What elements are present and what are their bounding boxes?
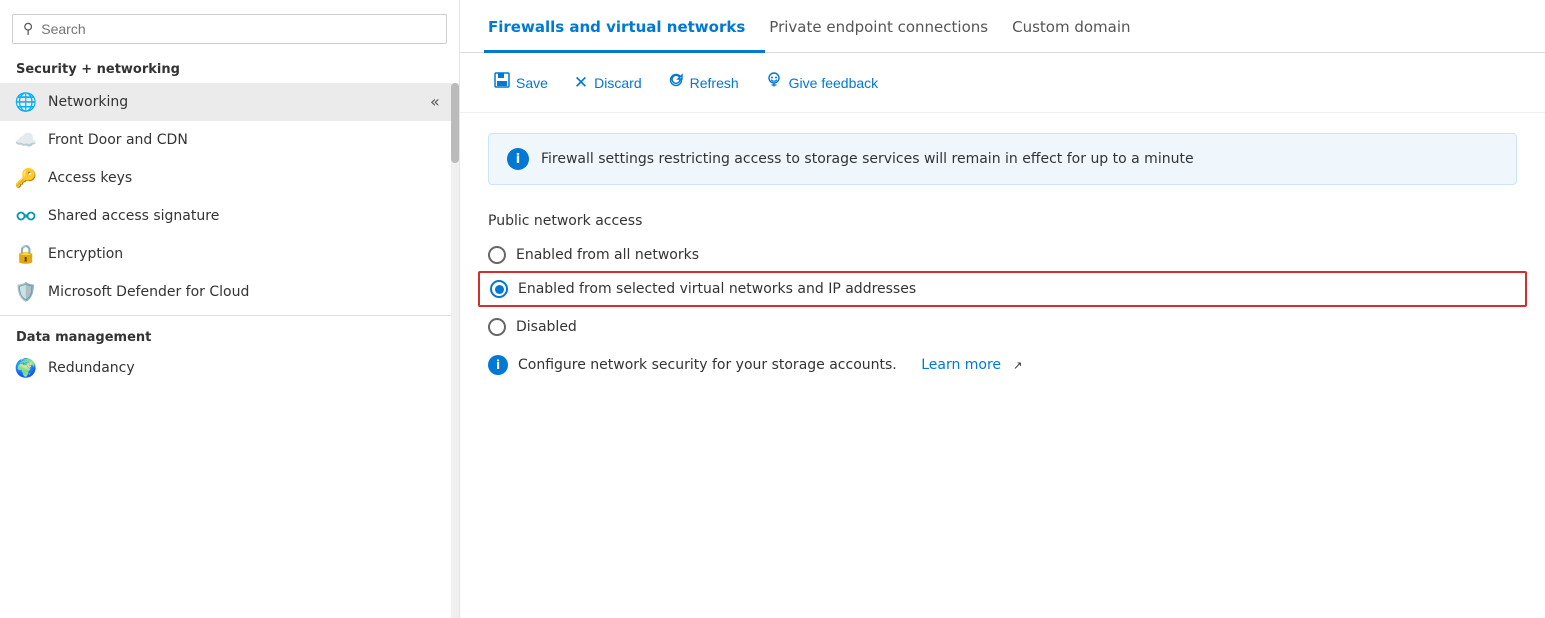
info-banner-text: Firewall settings restricting access to …	[541, 151, 1194, 167]
collapse-sidebar-button[interactable]: «	[430, 92, 440, 111]
radio-disabled-circle[interactable]	[488, 318, 506, 336]
sidebar-item-front-door-label: Front Door and CDN	[48, 132, 188, 148]
main-content: Firewalls and virtual networks Private e…	[460, 0, 1545, 618]
tab-private-endpoint[interactable]: Private endpoint connections	[765, 0, 1008, 53]
encryption-icon: 🔒	[16, 244, 36, 264]
front-door-icon: ☁️	[16, 130, 36, 150]
radio-all-networks[interactable]: Enabled from all networks	[488, 239, 1517, 271]
sidebar-item-redundancy-label: Redundancy	[48, 360, 135, 376]
configure-note-icon: i	[488, 355, 508, 375]
radio-selected-networks-circle[interactable]	[490, 280, 508, 298]
radio-all-networks-circle[interactable]	[488, 246, 506, 264]
save-label: Save	[516, 75, 548, 91]
tab-firewalls[interactable]: Firewalls and virtual networks	[484, 0, 765, 53]
feedback-icon	[765, 72, 783, 93]
networking-icon: 🌐	[16, 92, 36, 112]
radio-selected-networks[interactable]: Enabled from selected virtual networks a…	[478, 271, 1527, 307]
radio-all-networks-label: Enabled from all networks	[516, 247, 699, 263]
radio-disabled[interactable]: Disabled	[488, 311, 1517, 343]
external-link-icon: ↗	[1013, 359, 1022, 372]
sidebar-section-security: Security + networking	[0, 54, 459, 83]
sidebar-item-access-keys[interactable]: 🔑 Access keys	[0, 159, 451, 197]
sidebar-list: 🌐 Networking ☁️ Front Door and CDN 🔑 Acc…	[0, 83, 451, 618]
feedback-label: Give feedback	[789, 75, 879, 91]
search-bar[interactable]: ⚲	[12, 14, 447, 44]
sidebar-item-defender-label: Microsoft Defender for Cloud	[48, 284, 249, 300]
redundancy-icon: 🌍	[16, 358, 36, 378]
search-icon: ⚲	[23, 21, 33, 37]
sidebar-item-networking-label: Networking	[48, 94, 128, 110]
sidebar-item-shared-access[interactable]: Shared access signature	[0, 197, 451, 235]
sidebar-scrollbar-thumb[interactable]	[451, 83, 459, 163]
radio-selected-networks-label: Enabled from selected virtual networks a…	[518, 281, 916, 297]
save-button[interactable]: Save	[484, 67, 558, 98]
configure-note: i Configure network security for your st…	[488, 355, 1517, 375]
configure-note-text: Configure network security for your stor…	[518, 357, 897, 373]
info-banner-icon: i	[507, 148, 529, 170]
discard-label: Discard	[594, 75, 641, 91]
tab-custom-domain[interactable]: Custom domain	[1008, 0, 1150, 53]
sidebar: ⚲ « Security + networking 🌐 Networking ☁…	[0, 0, 460, 618]
sidebar-item-encryption[interactable]: 🔒 Encryption	[0, 235, 451, 273]
content-area: i Firewall settings restricting access t…	[460, 113, 1545, 618]
sidebar-item-encryption-label: Encryption	[48, 246, 123, 262]
sidebar-item-access-keys-label: Access keys	[48, 170, 132, 186]
defender-icon: 🛡️	[16, 282, 36, 302]
sidebar-item-networking[interactable]: 🌐 Networking	[0, 83, 451, 121]
sidebar-scrollbar-track[interactable]	[451, 83, 459, 618]
toolbar: Save ✕ Discard Refresh	[460, 53, 1545, 113]
sidebar-section-data: Data management	[0, 315, 451, 349]
sidebar-item-defender[interactable]: 🛡️ Microsoft Defender for Cloud	[0, 273, 451, 311]
sidebar-item-front-door[interactable]: ☁️ Front Door and CDN	[0, 121, 451, 159]
discard-icon: ✕	[574, 73, 588, 93]
refresh-icon	[668, 72, 684, 93]
learn-more-link[interactable]: Learn more	[921, 357, 1001, 373]
refresh-button[interactable]: Refresh	[658, 67, 749, 98]
info-banner: i Firewall settings restricting access t…	[488, 133, 1517, 185]
sidebar-item-shared-access-label: Shared access signature	[48, 208, 219, 224]
shared-access-icon	[16, 206, 36, 226]
refresh-label: Refresh	[690, 75, 739, 91]
save-icon	[494, 72, 510, 93]
search-input[interactable]	[41, 21, 436, 37]
tab-bar: Firewalls and virtual networks Private e…	[460, 0, 1545, 53]
feedback-button[interactable]: Give feedback	[755, 67, 889, 98]
public-network-access-label: Public network access	[488, 213, 1517, 229]
sidebar-item-redundancy[interactable]: 🌍 Redundancy	[0, 349, 451, 387]
public-network-access-section: Public network access Enabled from all n…	[488, 213, 1517, 375]
radio-disabled-label: Disabled	[516, 319, 577, 335]
access-keys-icon: 🔑	[16, 168, 36, 188]
discard-button[interactable]: ✕ Discard	[564, 68, 652, 98]
sidebar-scrollable: 🌐 Networking ☁️ Front Door and CDN 🔑 Acc…	[0, 83, 459, 618]
